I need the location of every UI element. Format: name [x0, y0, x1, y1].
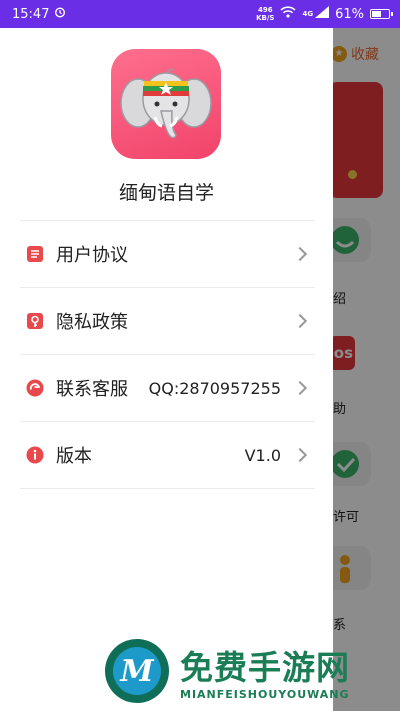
battery-icon: [370, 9, 393, 19]
watermark-subtitle: MIANFEISHOUYOUWANG: [180, 688, 350, 701]
drawer-menu: 用户协议 隐私政策 联系客服 QQ:2870957255 版本 V1.0: [20, 220, 315, 489]
document-icon: [26, 245, 44, 263]
status-bar: 15:47 496 KB/S 4G 61%: [0, 0, 400, 28]
menu-value: QQ:2870957255: [148, 378, 281, 398]
menu-label: 版本: [56, 446, 92, 467]
menu-item-version[interactable]: 版本 V1.0: [20, 422, 315, 489]
signal-icon: [315, 6, 330, 22]
chevron-right-icon: [292, 246, 308, 262]
elephant-icon: [120, 68, 212, 139]
menu-item-user-agreement[interactable]: 用户协议: [20, 221, 315, 288]
menu-item-privacy-policy[interactable]: 隐私政策: [20, 288, 315, 355]
network-type-label: 4G: [302, 10, 314, 18]
scrim-overlay[interactable]: [333, 28, 400, 711]
menu-label: 联系客服: [56, 379, 128, 400]
chevron-right-icon: [292, 447, 308, 463]
customer-service-icon: [26, 379, 44, 397]
app-logo: [111, 49, 221, 159]
lock-icon: [26, 312, 44, 330]
network-speed: 496 KB/S: [256, 6, 275, 22]
watermark: M 免费手游网 MIANFEISHOUYOUWANG: [100, 636, 400, 711]
menu-label: 用户协议: [56, 245, 128, 266]
chevron-right-icon: [292, 380, 308, 396]
app-name: 缅甸语自学: [118, 182, 214, 204]
info-icon: [26, 446, 44, 464]
clock-time: 15:47: [12, 6, 50, 22]
menu-item-customer-service[interactable]: 联系客服 QQ:2870957255: [20, 355, 315, 422]
menu-label: 隐私政策: [56, 312, 128, 333]
alarm-icon: [54, 6, 66, 22]
chevron-right-icon: [292, 313, 308, 329]
menu-value: V1.0: [244, 445, 281, 465]
watermark-logo-icon: M: [105, 639, 169, 703]
wifi-icon: [280, 6, 297, 22]
navigation-drawer: 缅甸语自学 用户协议 隐私政策 联系客服 QQ:2870957255 版本 V1…: [0, 28, 333, 711]
battery-percent: 61%: [335, 6, 364, 22]
watermark-title: 免费手游网: [180, 648, 350, 687]
